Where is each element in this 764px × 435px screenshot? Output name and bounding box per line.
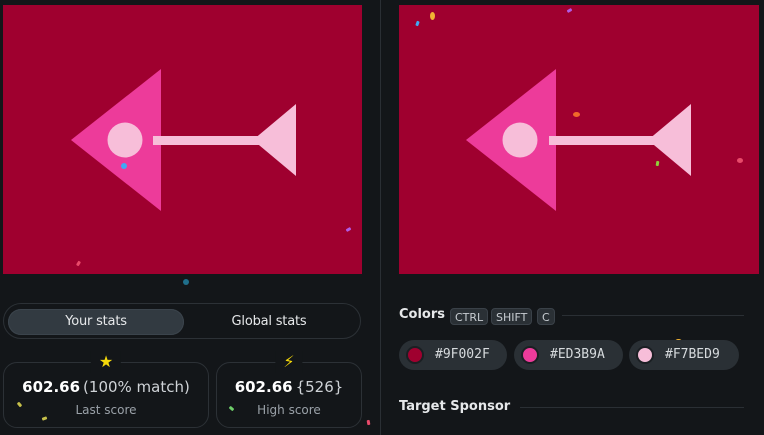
- color-chip-primary[interactable]: #9F002F: [399, 340, 507, 370]
- arrow-tail-shape: [253, 104, 296, 176]
- target-canvas: [399, 5, 759, 274]
- colors-heading: Colors: [399, 307, 446, 322]
- high-score-label: High score: [257, 403, 321, 417]
- high-score-value: 602.66: [234, 378, 293, 396]
- confetti-particle: [430, 12, 435, 20]
- confetti-particle: [183, 279, 189, 285]
- shortcut-key-c: C: [537, 308, 555, 325]
- color-hex-primary: #9F002F: [435, 347, 490, 362]
- color-chip-tertiary[interactable]: #F7BED9: [629, 340, 739, 370]
- target-arrow-dot-shape: [502, 122, 538, 158]
- stats-toggle: Your stats Global stats: [3, 303, 361, 339]
- confetti-particle: [366, 419, 371, 426]
- shortcut-key-shift: SHIFT: [491, 308, 533, 325]
- color-hex-secondary: #ED3B9A: [550, 347, 605, 362]
- lightning-icon: ⚡: [275, 351, 303, 373]
- color-chip-secondary[interactable]: #ED3B9A: [514, 340, 623, 370]
- last-score-match: (100% match): [83, 378, 190, 396]
- confetti-particle: [573, 112, 580, 117]
- target-arrow-tail-shape: [648, 104, 691, 176]
- color-swatch-tertiary: [636, 346, 654, 364]
- high-score-card: ⚡ 602.66 {526} High score: [216, 351, 362, 428]
- tab-global-stats[interactable]: Global stats: [181, 309, 357, 335]
- last-score-label: Last score: [75, 403, 137, 417]
- sponsor-divider: [520, 407, 744, 408]
- tab-your-stats[interactable]: Your stats: [8, 309, 184, 335]
- arrow-dot-shape: [107, 122, 143, 158]
- arrow-shaft-shape: [153, 136, 263, 145]
- color-swatch-primary: [406, 346, 424, 364]
- star-icon: ★: [90, 351, 122, 373]
- color-hex-tertiary: #F7BED9: [665, 347, 720, 362]
- target-arrow-shaft-shape: [549, 136, 659, 145]
- high-score-line: 602.66 {526}: [217, 378, 361, 396]
- target-sponsor-heading: Target Sponsor: [399, 399, 511, 414]
- last-score-card: ★ 602.66 (100% match) Last score: [3, 351, 209, 428]
- color-swatch-secondary: [521, 346, 539, 364]
- confetti-particle: [121, 163, 127, 169]
- shortcut-key-ctrl: CTRL: [450, 308, 489, 325]
- last-score-value: 602.66: [22, 378, 81, 396]
- output-canvas: [3, 5, 362, 274]
- high-score-chars: {526}: [295, 378, 344, 396]
- panel-divider: [380, 0, 381, 435]
- confetti-particle: [737, 158, 743, 163]
- colors-divider: [562, 315, 744, 316]
- last-score-line: 602.66 (100% match): [4, 378, 208, 396]
